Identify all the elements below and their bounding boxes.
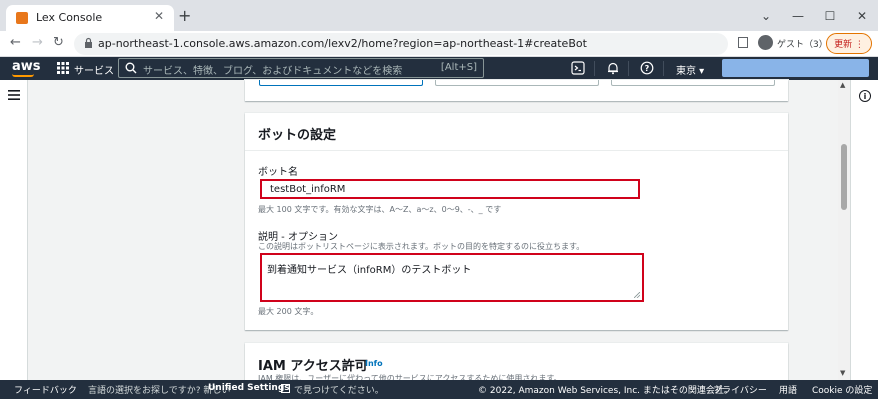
info-panel-icon[interactable]: i	[859, 90, 871, 102]
terms-link[interactable]: 用語	[779, 383, 797, 396]
privacy-link[interactable]: プライバシー	[713, 383, 767, 396]
help-icon[interactable]: ?	[640, 61, 654, 75]
maximize-icon[interactable]: ☐	[814, 0, 846, 31]
new-tab-icon[interactable]: +	[178, 6, 191, 25]
forward-icon[interactable]: →	[32, 35, 43, 50]
console-footer: フィードバック 言語の選択をお探しですか? 新しい Unified Settin…	[0, 380, 878, 399]
browser-toolbar: ← → ↻ ap-northeast-1.console.aws.amazon.…	[0, 31, 878, 57]
bot-settings-card: ボットの設定 ボット名 testBot_infoRM 最大 100 文字です。有…	[245, 113, 788, 330]
side-panel-icon[interactable]	[738, 37, 748, 48]
tab-search-icon[interactable]: ⌄	[750, 0, 782, 31]
previous-section-card	[245, 80, 788, 101]
account-menu[interactable]	[722, 59, 869, 77]
nav-divider	[663, 61, 664, 76]
right-side-rail: i	[850, 80, 878, 380]
profile-avatar-icon[interactable]	[758, 35, 773, 50]
bot-name-input[interactable]: testBot_infoRM	[260, 179, 640, 199]
bot-name-value: testBot_infoRM	[270, 184, 346, 195]
tab-title: Lex Console	[36, 11, 103, 24]
creation-option-tile[interactable]	[259, 80, 423, 86]
services-grid-icon[interactable]	[57, 62, 69, 74]
copyright-text: © 2022, Amazon Web Services, Inc. またはその関…	[478, 386, 733, 396]
section-heading: IAM アクセス許可	[258, 359, 368, 374]
page-scrollbar[interactable]: ▲ ▼	[838, 80, 850, 380]
profile-label[interactable]: ゲスト（3）	[777, 37, 828, 50]
bot-name-label: ボット名	[258, 167, 298, 178]
info-link[interactable]: Info	[365, 359, 383, 368]
iam-permissions-card: IAM アクセス許可 Info IAM 権限は、ユーザーに代わって他のサービスに…	[245, 343, 788, 383]
scroll-down-icon[interactable]: ▼	[840, 369, 845, 377]
cookie-settings-link[interactable]: Cookie の設定	[812, 383, 872, 396]
language-prompt-tail: で見つけてください。	[294, 386, 384, 396]
section-heading: ボットの設定	[258, 128, 337, 143]
cloudshell-icon[interactable]	[571, 61, 585, 75]
nav-divider	[594, 61, 595, 76]
bot-name-hint: 最大 100 文字です。有効な文字は、A～Z、a～z、0～9、-、_ です	[258, 205, 502, 214]
unified-settings-link[interactable]: Unified Settings	[208, 383, 290, 393]
reload-icon[interactable]: ↻	[53, 35, 64, 50]
card-header: ボットの設定	[245, 113, 788, 151]
search-shortcut: [Alt+S]	[440, 62, 477, 73]
aws-logo-smile	[12, 74, 34, 77]
close-window-icon[interactable]: ✕	[846, 0, 878, 31]
close-tab-icon[interactable]: ✕	[154, 9, 164, 23]
left-side-rail	[0, 80, 28, 380]
minimize-icon[interactable]: —	[782, 0, 814, 31]
feedback-link[interactable]: フィードバック	[14, 383, 77, 396]
external-link-icon	[281, 384, 290, 393]
address-bar[interactable]: ap-northeast-1.console.aws.amazon.com/le…	[74, 33, 728, 55]
scroll-up-icon[interactable]: ▲	[840, 81, 845, 89]
update-button[interactable]: 更新 ⋮	[826, 33, 872, 54]
scroll-thumb[interactable]	[841, 144, 847, 210]
description-value: 到着通知サービス（infoRM）のテストボット	[267, 265, 472, 276]
search-icon	[125, 62, 137, 74]
aws-top-nav: aws サービス サービス、特徴、ブログ、およびドキュメントなどを検索 [Alt…	[0, 57, 878, 80]
notifications-bell-icon[interactable]	[606, 61, 620, 75]
hamburger-menu-icon[interactable]	[8, 90, 20, 100]
url-text: ap-northeast-1.console.aws.amazon.com/le…	[98, 37, 587, 50]
browser-tab[interactable]: Lex Console ✕	[6, 5, 174, 31]
aws-logo[interactable]: aws	[12, 59, 41, 74]
search-placeholder: サービス、特徴、ブログ、およびドキュメントなどを検索	[143, 66, 403, 77]
search-input[interactable]: サービス、特徴、ブログ、およびドキュメントなどを検索 [Alt+S]	[118, 58, 484, 78]
creation-option-tile[interactable]	[611, 80, 775, 86]
nav-divider	[628, 61, 629, 76]
browser-tab-bar: Lex Console ✕ + ⌄ — ☐ ✕	[0, 0, 878, 31]
description-hint: この説明はボットリストページに表示されます。ボットの目的を特定するのに役立ちます…	[258, 242, 585, 251]
back-icon[interactable]: ←	[10, 35, 21, 50]
region-selector[interactable]: 東京 ▾	[676, 62, 704, 77]
creation-option-tile[interactable]	[435, 80, 599, 86]
aws-favicon-icon	[16, 12, 28, 24]
services-menu[interactable]: サービス	[74, 62, 114, 77]
description-textarea[interactable]: 到着通知サービス（infoRM）のテストボット	[260, 253, 644, 302]
resize-handle-icon[interactable]	[634, 292, 640, 298]
lock-icon	[85, 37, 92, 48]
svg-text:?: ?	[645, 64, 650, 73]
description-count: 最大 200 文字。	[258, 307, 319, 316]
